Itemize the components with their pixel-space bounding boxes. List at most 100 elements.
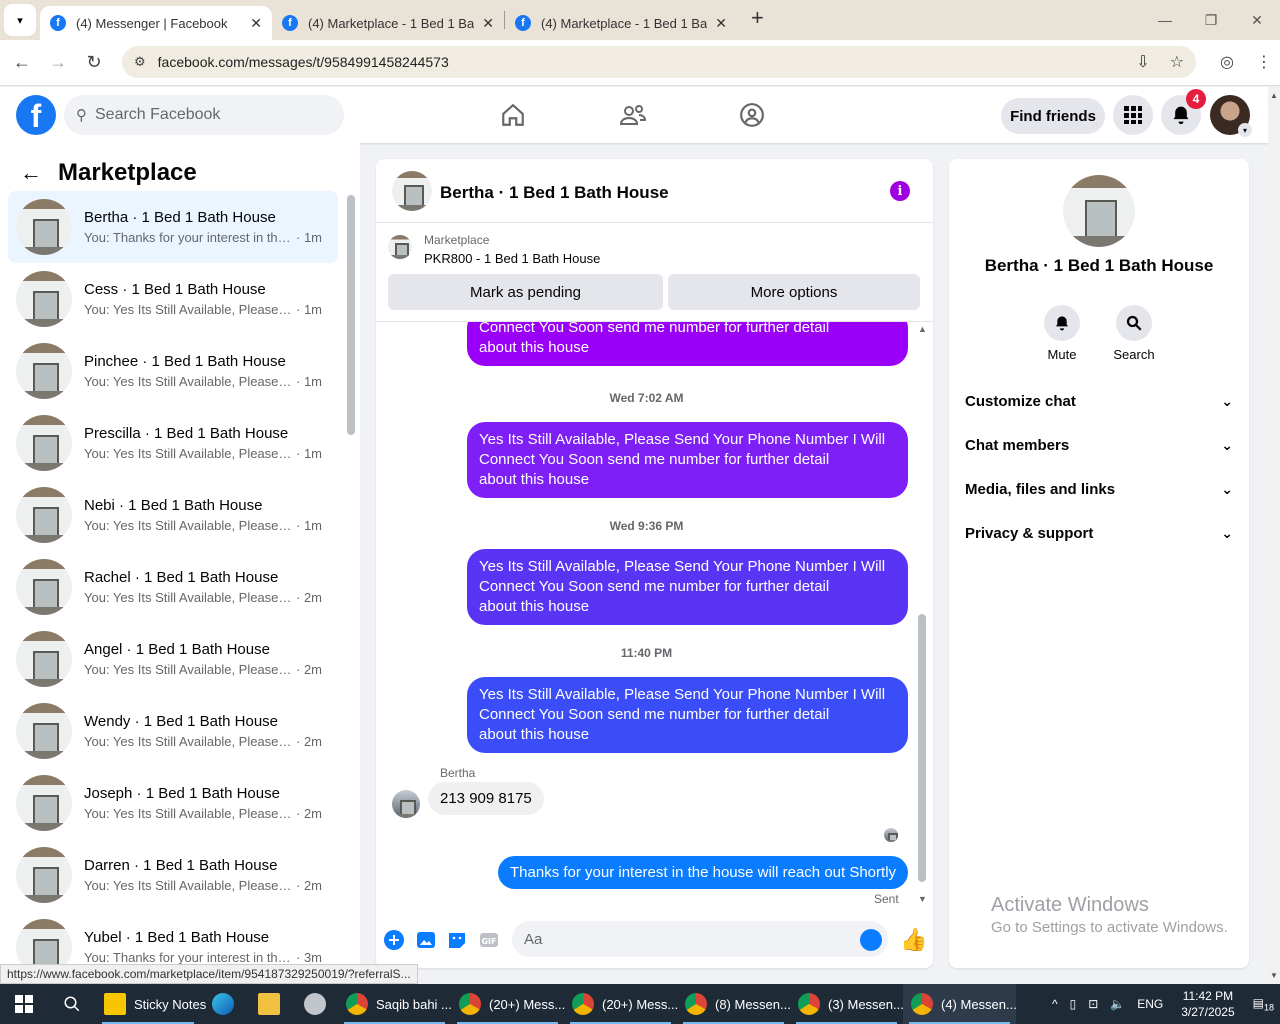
close-tab-icon[interactable]: ✕ xyxy=(250,15,262,32)
conversation-item[interactable]: Rachel · 1 Bed 1 Bath House You: Yes Its … xyxy=(8,551,338,623)
scroll-down-icon[interactable]: ▼ xyxy=(1270,971,1278,980)
conversation-item[interactable]: Cess · 1 Bed 1 Bath House You: Yes Its St… xyxy=(8,263,338,335)
page-scrollbar[interactable]: ▲ ▼ xyxy=(1268,87,1280,984)
outgoing-message[interactable]: Thanks for your interest in the house wi… xyxy=(498,856,909,889)
activate-windows-watermark: Activate Windows Go to Settings to activ… xyxy=(991,894,1228,936)
taskbar-edge[interactable] xyxy=(200,984,246,1024)
conversation-item[interactable]: Wendy · 1 Bed 1 Bath House You: Yes Its S… xyxy=(8,695,338,767)
scroll-down-icon[interactable]: ▼ xyxy=(918,894,927,904)
conversation-item[interactable]: Angel · 1 Bed 1 Bath House You: Yes Its S… xyxy=(8,623,338,695)
media-files-links-section[interactable]: Media, files and links ⌄ xyxy=(965,477,1233,501)
emoji-icon[interactable] xyxy=(860,929,882,951)
close-window-icon[interactable]: ✕ xyxy=(1234,0,1280,40)
groups-icon[interactable] xyxy=(738,101,766,129)
conversation-item[interactable]: Nebi · 1 Bed 1 Bath House You: Yes Its St… xyxy=(8,479,338,551)
chevron-up-icon[interactable]: ^ xyxy=(1052,997,1058,1011)
scroll-up-icon[interactable]: ▲ xyxy=(918,324,927,334)
network-icon[interactable]: ⊡ xyxy=(1088,997,1098,1011)
tab-search-button[interactable]: ▾ xyxy=(4,4,36,36)
taskbar-chrome-window[interactable]: Saqib bahi ... xyxy=(338,984,452,1024)
thumbs-up-icon[interactable]: 👍 xyxy=(900,927,927,953)
profile-icon[interactable]: ◎ xyxy=(1220,52,1234,72)
sender-avatar[interactable] xyxy=(392,790,420,818)
outgoing-message[interactable]: Yes Its Still Available, Please Send You… xyxy=(467,677,908,753)
back-arrow-icon[interactable]: ← xyxy=(20,160,42,186)
device-icon[interactable]: ▯ xyxy=(1070,997,1077,1011)
gif-icon[interactable]: GIF xyxy=(478,929,500,951)
plus-circle-icon[interactable] xyxy=(383,929,405,951)
scroll-up-icon[interactable]: ▲ xyxy=(1270,91,1278,100)
conversation-item[interactable]: Yubel · 1 Bed 1 Bath House You: Thanks fo… xyxy=(8,911,338,968)
taskbar-file-explorer[interactable] xyxy=(246,984,292,1024)
chat-title[interactable]: Bertha · 1 Bed 1 Bath House xyxy=(440,183,669,203)
chat-members-section[interactable]: Chat members ⌄ xyxy=(965,433,1233,457)
info-icon[interactable]: i xyxy=(890,181,910,201)
install-app-icon[interactable]: ⇩ xyxy=(1136,52,1149,72)
tab-marketplace-1[interactable]: f (4) Marketplace - 1 Bed 1 Bath H ✕ xyxy=(272,6,504,40)
taskbar-chrome-window-active[interactable]: (4) Messen... xyxy=(903,984,1017,1024)
restore-icon[interactable]: ❐ xyxy=(1188,0,1234,40)
listing-thumbnail[interactable] xyxy=(388,235,412,259)
windows-start-icon[interactable] xyxy=(0,984,48,1024)
tab-marketplace-2[interactable]: f (4) Marketplace - 1 Bed 1 Bath H ✕ xyxy=(505,6,737,40)
facebook-logo-icon[interactable]: f xyxy=(16,95,56,135)
search-icon[interactable] xyxy=(48,984,96,1024)
new-tab-icon[interactable]: + xyxy=(751,5,764,31)
bookmark-star-icon[interactable]: ☆ xyxy=(1170,52,1184,72)
conversation-item[interactable]: Joseph · 1 Bed 1 Bath House You: Yes Its … xyxy=(8,767,338,839)
search-facebook-input[interactable]: ⚲ Search Facebook xyxy=(64,95,344,135)
search-conversation-button[interactable]: Search xyxy=(1104,305,1164,362)
conversation-time: · 2m xyxy=(296,590,322,605)
volume-icon[interactable]: 🔈 xyxy=(1110,997,1125,1011)
close-tab-icon[interactable]: ✕ xyxy=(482,15,494,32)
conversation-item[interactable]: Prescilla · 1 Bed 1 Bath House You: Yes I… xyxy=(8,407,338,479)
back-icon[interactable]: ← xyxy=(4,52,40,73)
menu-kebab-icon[interactable]: ⋮ xyxy=(1256,52,1272,72)
message-thread: Connect You Soon send me number for furt… xyxy=(376,321,933,911)
more-options-button[interactable]: More options xyxy=(668,274,920,310)
clock[interactable]: 11:42 PM 3/27/2025 xyxy=(1181,988,1234,1020)
chat-avatar[interactable] xyxy=(392,171,432,211)
scrollbar-thumb[interactable] xyxy=(347,195,355,435)
friends-icon[interactable] xyxy=(619,101,647,129)
find-friends-button[interactable]: Find friends xyxy=(1001,98,1105,134)
site-settings-icon[interactable]: ⚙ xyxy=(134,54,146,70)
outgoing-message[interactable]: Yes Its Still Available, Please Send You… xyxy=(467,422,908,498)
account-avatar[interactable]: ▾ xyxy=(1210,95,1252,137)
message-input[interactable]: Aa xyxy=(512,921,888,957)
photo-icon[interactable] xyxy=(415,929,437,951)
taskbar-chrome-window[interactable]: (20+) Mess... xyxy=(451,984,565,1024)
outgoing-message[interactable]: Yes Its Still Available, Please Send You… xyxy=(467,549,908,625)
reload-icon[interactable]: ↻ xyxy=(76,52,112,73)
profile-avatar[interactable] xyxy=(1063,175,1135,247)
customize-chat-section[interactable]: Customize chat ⌄ xyxy=(965,389,1233,413)
listing-title[interactable]: PKR800 - 1 Bed 1 Bath House xyxy=(424,251,600,266)
conversation-item[interactable]: Darren · 1 Bed 1 Bath House You: Yes Its … xyxy=(8,839,338,911)
forward-icon[interactable]: → xyxy=(40,52,76,73)
taskbar-sticky-notes[interactable]: Sticky Notes xyxy=(96,984,206,1024)
taskbar-chrome-window[interactable]: (8) Messen... xyxy=(677,984,791,1024)
mute-button[interactable]: Mute xyxy=(1032,305,1092,362)
outgoing-message[interactable]: Connect You Soon send me number for furt… xyxy=(467,322,908,366)
conversation-time: · 1m xyxy=(296,446,322,461)
address-bar[interactable]: ⚙ facebook.com/messages/t/95849914582445… xyxy=(122,46,1196,78)
scrollbar-thumb[interactable] xyxy=(918,614,926,882)
taskbar-chrome-window[interactable]: (20+) Mess... xyxy=(564,984,678,1024)
taskbar-chrome-window[interactable]: (3) Messen... xyxy=(790,984,904,1024)
tab-messenger[interactable]: f (4) Messenger | Facebook ✕ xyxy=(40,6,272,40)
minimize-icon[interactable]: — xyxy=(1142,0,1188,40)
chat-info-panel: Bertha · 1 Bed 1 Bath House Mute Search … xyxy=(949,159,1249,968)
conversation-time: · 2m xyxy=(296,734,322,749)
notification-center-icon[interactable]: ▤18 xyxy=(1253,996,1274,1012)
menu-grid-icon[interactable] xyxy=(1113,95,1153,135)
close-tab-icon[interactable]: ✕ xyxy=(715,15,727,32)
mark-as-pending-button[interactable]: Mark as pending xyxy=(388,274,663,310)
home-icon[interactable] xyxy=(499,101,527,129)
sticker-icon[interactable] xyxy=(446,929,468,951)
incoming-message[interactable]: 213 909 8175 xyxy=(428,782,544,815)
conversation-item[interactable]: Bertha · 1 Bed 1 Bath House You: Thanks f… xyxy=(8,191,338,263)
taskbar-app[interactable] xyxy=(292,984,338,1024)
privacy-support-section[interactable]: Privacy & support ⌄ xyxy=(965,521,1233,545)
language-indicator[interactable]: ENG xyxy=(1137,997,1163,1011)
conversation-item[interactable]: Pinchee · 1 Bed 1 Bath House You: Yes Its… xyxy=(8,335,338,407)
